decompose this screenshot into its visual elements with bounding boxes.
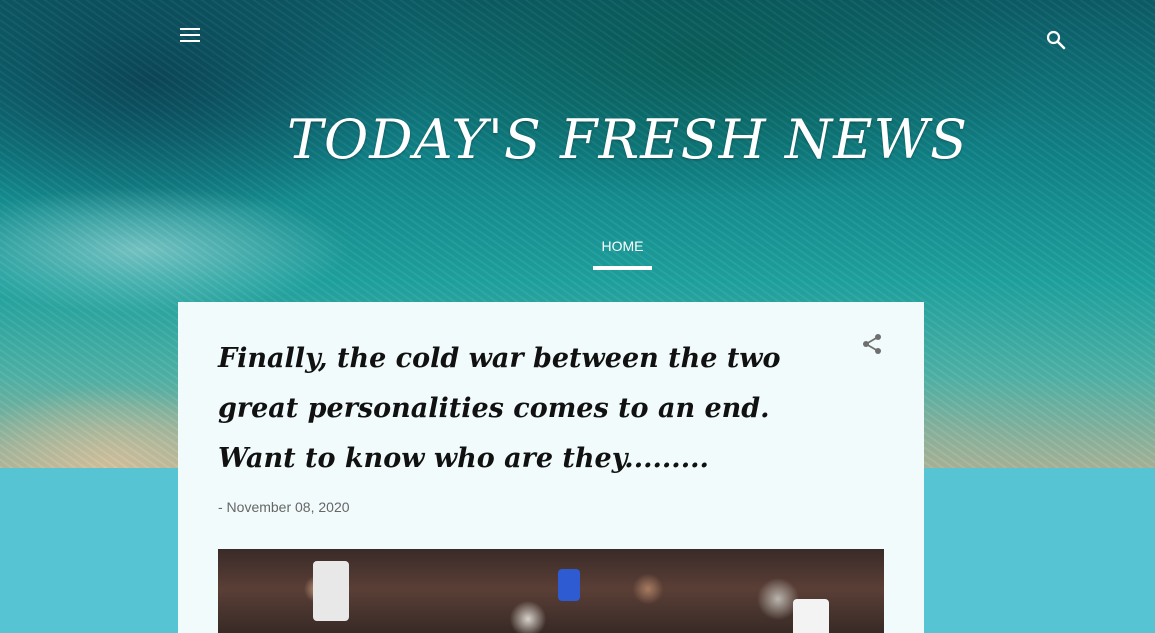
phone-shape — [313, 561, 349, 621]
post-card: Finally, the cold war between the two gr… — [178, 302, 924, 633]
site-title[interactable]: TODAY'S FRESH NEWS — [0, 108, 1155, 171]
share-icon[interactable] — [860, 332, 884, 356]
phone-shape — [558, 569, 580, 601]
nav-tab-home[interactable]: HOME — [593, 236, 652, 270]
post-date[interactable]: - November 08, 2020 — [218, 499, 350, 515]
search-icon[interactable] — [1044, 28, 1068, 52]
post-title[interactable]: Finally, the cold war between the two gr… — [218, 334, 818, 484]
phone-shape — [793, 599, 829, 633]
post-image[interactable] — [218, 549, 884, 633]
hamburger-menu-icon[interactable] — [180, 28, 200, 44]
